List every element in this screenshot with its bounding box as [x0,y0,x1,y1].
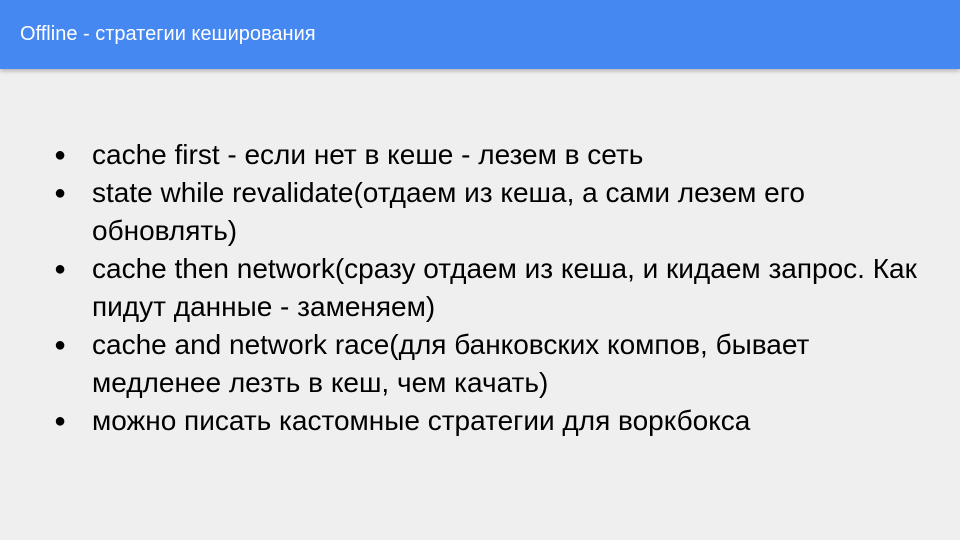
bullet-text: cache first - если нет в кеше - лезем в … [92,139,644,170]
bullet-dot-icon: ● [54,144,67,166]
bullet-text: cache then network(сразу отдаем из кеша,… [92,253,917,322]
bullet-dot-icon: ● [54,182,67,204]
bullet-item: ● можно писать кастомные стратегии для в… [50,402,930,440]
bullet-dot-icon: ● [54,334,67,356]
bullet-text: cache and network race(для банковских ко… [92,329,810,398]
bullet-item: ● cache and network race(для банковских … [50,326,930,402]
bullet-text: можно писать кастомные стратегии для вор… [92,405,751,436]
bullet-text: state while revalidate(отдаем из кеша, а… [92,177,805,246]
bullet-item: ● cache then network(сразу отдаем из кеш… [50,250,930,326]
bullet-item: ● cache first - если нет в кеше - лезем … [50,136,930,174]
bullet-item: ● state while revalidate(отдаем из кеша,… [50,174,930,250]
slide-title: Offline - стратегии кеширования [20,23,316,45]
bullet-dot-icon: ● [54,410,67,432]
bullet-dot-icon: ● [54,258,67,280]
slide: Offline - стратегии кеширования ● cache … [0,0,960,540]
slide-header: Offline - стратегии кеширования [0,0,960,69]
bullet-list: ● cache first - если нет в кеше - лезем … [50,136,930,440]
